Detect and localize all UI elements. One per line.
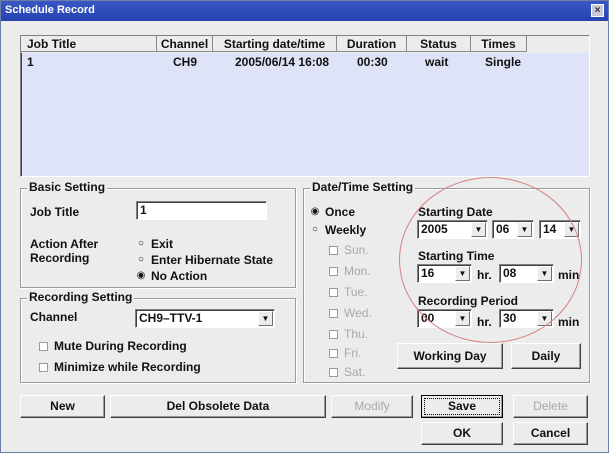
minimize-checkbox[interactable] (39, 363, 48, 372)
hour-value: 16 (421, 266, 435, 280)
job-title-label: Job Title (30, 205, 80, 219)
chevron-down-icon[interactable]: ▼ (471, 222, 486, 237)
radio-hibernate[interactable]: ○ (136, 255, 146, 265)
daily-button[interactable]: Daily (511, 343, 581, 369)
period-hour-value: 00 (421, 311, 435, 325)
tue-label: Tue. (344, 285, 368, 299)
column-channel[interactable]: Channel (157, 36, 213, 52)
once-label: Once (325, 205, 356, 219)
column-job-title[interactable]: Job Title (21, 36, 157, 52)
action-hibernate-label: Enter Hibernate State (151, 253, 274, 267)
minimize-label: Minimize while Recording (54, 360, 201, 374)
recording-setting-label: Recording Setting (27, 290, 135, 304)
column-times[interactable]: Times (471, 36, 527, 52)
day-value: 14 (543, 222, 557, 236)
close-icon[interactable]: × (591, 4, 604, 17)
period-hr-label: hr. (477, 315, 492, 329)
row-start: 2005/06/14 16:08 (235, 55, 330, 69)
save-button[interactable]: Save (421, 395, 503, 418)
channel-select[interactable]: CH9–TTV-1 ▼ (135, 309, 275, 328)
basic-setting-label: Basic Setting (27, 180, 108, 194)
year-select[interactable]: 2005 ▼ (417, 220, 488, 239)
table-row[interactable]: 1 CH9 2005/06/14 16:08 00:30 wait Single (21, 54, 589, 70)
recording-label: Recording (30, 251, 90, 265)
sun-label: Sun. (344, 243, 369, 257)
mon-label: Mon. (344, 264, 371, 278)
wed-checkbox[interactable] (329, 309, 338, 318)
del-obsolete-button[interactable]: Del Obsolete Data (110, 395, 326, 418)
title-bar: Schedule Record × (1, 1, 608, 21)
column-status[interactable]: Status (407, 36, 471, 52)
schedule-record-window: Schedule Record × Job Title Channel Star… (0, 0, 609, 453)
job-title-input[interactable]: 1 (136, 201, 267, 220)
action-exit-label: Exit (151, 237, 174, 251)
column-starting-date[interactable]: Starting date/time (213, 36, 337, 52)
working-day-button[interactable]: Working Day (397, 343, 503, 369)
action-after-label: Action After (30, 237, 99, 251)
period-minute-value: 30 (503, 311, 517, 325)
channel-label: Channel (30, 310, 78, 324)
row-times: Single (485, 55, 522, 69)
chevron-down-icon[interactable]: ▼ (455, 266, 470, 281)
mute-label: Mute During Recording (54, 339, 187, 353)
month-value: 06 (496, 222, 510, 236)
period-hour-select[interactable]: 00 ▼ (417, 309, 472, 328)
cancel-button[interactable]: Cancel (513, 422, 588, 445)
modify-button[interactable]: Modify (331, 395, 413, 418)
day-select[interactable]: 14 ▼ (539, 220, 581, 239)
thu-label: Thu. (344, 327, 369, 341)
mon-checkbox[interactable] (329, 267, 338, 276)
hour-select[interactable]: 16 ▼ (417, 264, 472, 283)
new-button[interactable]: New (20, 395, 105, 418)
sat-checkbox[interactable] (329, 368, 338, 377)
thu-checkbox[interactable] (329, 330, 338, 339)
action-no-action-label: No Action (151, 269, 208, 283)
year-value: 2005 (421, 222, 448, 236)
min-label: min (558, 268, 580, 282)
chevron-down-icon[interactable]: ▼ (537, 311, 552, 326)
sun-checkbox[interactable] (329, 246, 338, 255)
chevron-down-icon[interactable]: ▼ (455, 311, 470, 326)
period-min-label: min (558, 315, 580, 329)
tue-checkbox[interactable] (329, 288, 338, 297)
schedule-list[interactable]: Job Title Channel Starting date/time Dur… (20, 35, 590, 177)
weekly-label: Weekly (325, 223, 367, 237)
chevron-down-icon[interactable]: ▼ (517, 222, 532, 237)
radio-no-action[interactable]: ◉ (136, 271, 146, 281)
wed-label: Wed. (344, 306, 372, 320)
recording-period-label: Recording Period (418, 294, 519, 308)
window-title: Schedule Record (5, 4, 95, 16)
sat-label: Sat. (344, 365, 366, 379)
minute-value: 08 (503, 266, 517, 280)
period-minute-select[interactable]: 30 ▼ (499, 309, 554, 328)
chevron-down-icon[interactable]: ▼ (258, 311, 273, 326)
month-select[interactable]: 06 ▼ (492, 220, 534, 239)
row-job-title: 1 (27, 55, 34, 69)
fri-label: Fri. (344, 346, 362, 360)
radio-exit[interactable]: ○ (136, 239, 146, 249)
list-header: Job Title Channel Starting date/time Dur… (21, 36, 589, 53)
row-status: wait (425, 55, 449, 69)
row-duration: 00:30 (357, 55, 388, 69)
ok-button[interactable]: OK (421, 422, 503, 445)
minute-select[interactable]: 08 ▼ (499, 264, 554, 283)
column-duration[interactable]: Duration (337, 36, 407, 52)
hr-label: hr. (477, 268, 492, 282)
radio-once[interactable]: ◉ (310, 207, 320, 217)
datetime-setting-label: Date/Time Setting (310, 180, 416, 194)
starting-time-label: Starting Time (418, 249, 495, 263)
starting-date-label: Starting Date (418, 205, 493, 219)
delete-button[interactable]: Delete (513, 395, 588, 418)
chevron-down-icon[interactable]: ▼ (564, 222, 579, 237)
mute-checkbox[interactable] (39, 342, 48, 351)
chevron-down-icon[interactable]: ▼ (537, 266, 552, 281)
row-channel: CH9 (173, 55, 198, 69)
channel-value: CH9–TTV-1 (139, 311, 203, 325)
fri-checkbox[interactable] (329, 349, 338, 358)
radio-weekly[interactable]: ○ (310, 225, 320, 235)
